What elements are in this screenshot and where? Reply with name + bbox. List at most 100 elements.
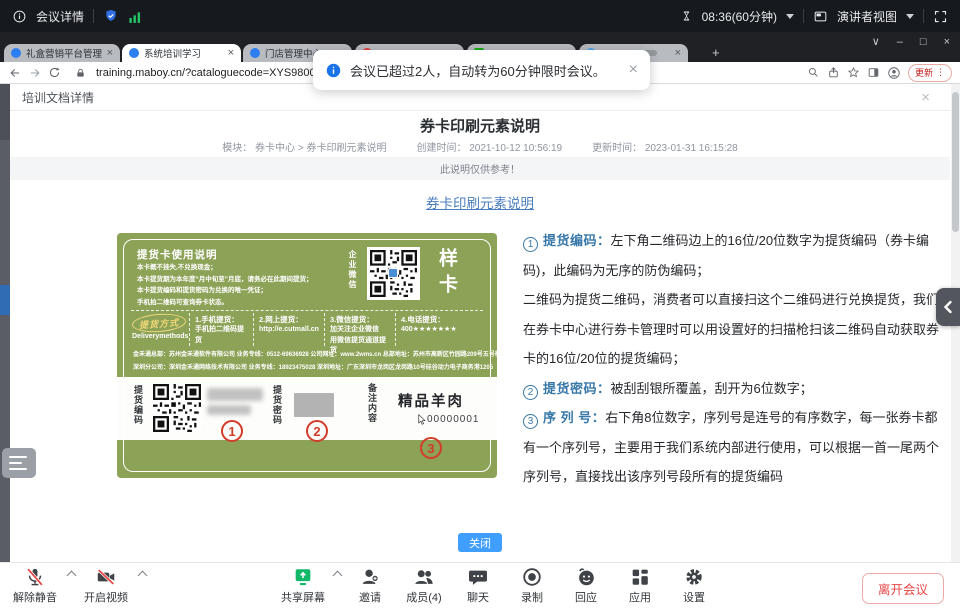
item-number-icon: 3	[523, 414, 538, 429]
tab-label: 系统培训学习	[144, 46, 201, 60]
share-page-icon[interactable]	[827, 66, 840, 79]
new-tab-button[interactable]: +	[712, 45, 720, 60]
scrollbar-thumb[interactable]	[952, 92, 959, 232]
document-title: 券卡印刷元素说明	[10, 115, 950, 136]
company-line: 金禾通总部：苏州金禾通软件有限公司 业务专线：0512-69636928 公司网…	[133, 349, 485, 362]
side-panel-icon[interactable]	[867, 66, 880, 79]
meeting-timer: 08:36(60分钟)	[702, 8, 777, 25]
meta-created: 创建时间： 2021-10-12 10:56:19	[416, 139, 562, 154]
site-favicon	[11, 48, 21, 58]
timer-hourglass-icon	[680, 9, 693, 23]
security-shield-icon[interactable]	[103, 8, 119, 24]
close-doc-button[interactable]: 关闭	[458, 533, 502, 552]
document-meta: 模块： 券卡中心 > 券卡印刷元素说明 创建时间： 2021-10-12 10:…	[10, 139, 950, 154]
meeting-details-label[interactable]: 会议详情	[36, 8, 84, 25]
blurred-code	[207, 388, 265, 415]
chat-button[interactable]: 聊天	[453, 566, 503, 605]
info-icon[interactable]	[12, 9, 27, 24]
company-info: 金禾通总部：苏州金禾通软件有限公司 业务专线：0512-69636928 公司网…	[133, 349, 485, 374]
serial-number: 00000001	[417, 414, 480, 425]
microphone-muted-icon	[24, 566, 46, 588]
toast-close-icon[interactable]: ×	[629, 62, 638, 78]
zoom-page-icon[interactable]	[807, 66, 820, 79]
mic-options-icon[interactable]	[67, 571, 77, 581]
method-3: 3.微信提货： 加关注企业微信 用微信提货通道提货	[324, 313, 395, 346]
record-icon	[521, 566, 543, 588]
view-mode-label[interactable]: 演讲者视图	[837, 8, 897, 25]
chevron-left-icon	[943, 300, 953, 314]
usage-line: 本卡概不挂失,不兑换现金；	[137, 262, 337, 274]
back-icon[interactable]	[8, 66, 22, 80]
notice-banner: 此说明仅供参考！	[10, 157, 950, 180]
sample-card-label: 样卡	[437, 248, 456, 300]
window-maximize-icon[interactable]: □	[920, 35, 927, 49]
apps-grid-icon	[629, 566, 651, 588]
video-options-icon[interactable]	[138, 571, 148, 581]
browser-tab-2-active[interactable]: 系统培训学习 ×	[122, 44, 241, 62]
invite-person-icon	[359, 566, 381, 588]
section-heading: 券卡印刷元素说明	[10, 192, 950, 212]
divider	[803, 9, 804, 23]
wechat-vertical-label: 企业微信	[348, 250, 356, 290]
refresh-icon[interactable]	[48, 66, 61, 79]
gear-icon	[683, 566, 705, 588]
tab-close-icon[interactable]: ×	[228, 48, 234, 59]
collapsed-sidebar[interactable]	[0, 84, 10, 562]
window-close-icon[interactable]: ×	[944, 35, 950, 49]
item-number-icon: 2	[523, 385, 538, 400]
divider	[93, 9, 94, 23]
card-usage-title: 提货卡使用说明	[137, 247, 218, 262]
browser-update-button[interactable]: 更新 ⋮	[908, 64, 952, 82]
screen-share-icon	[292, 566, 314, 588]
site-favicon	[250, 48, 260, 58]
company-line: 深圳分公司：深圳金禾通网络技术有限公司 业务专线：18923475028 深圳地…	[133, 362, 485, 375]
browser-tab-1[interactable]: 礼盒营销平台管理中心 ×	[4, 44, 120, 62]
profile-avatar-icon[interactable]	[887, 66, 901, 80]
start-video-button[interactable]: 开启视频	[81, 566, 131, 605]
forward-icon[interactable]	[28, 66, 42, 80]
tab-close-icon[interactable]: ×	[107, 48, 113, 59]
share-screen-button[interactable]: 共享屏幕	[278, 566, 328, 605]
panel-collapse-handle[interactable]	[936, 288, 960, 326]
apps-button[interactable]: 应用	[615, 566, 665, 605]
product-name: 精品羊肉	[398, 390, 464, 411]
badge-3: 3	[420, 437, 442, 459]
desc-item-1-cont: 二维码为提货二维码，消费者可以直接扫这个二维码进行兑换提货，我们在券卡中心进行券…	[523, 285, 943, 374]
training-doc-modal: 培训文档详情 × 券卡印刷元素说明 模块： 券卡中心 > 券卡印刷元素说明 创建…	[10, 84, 950, 562]
delivery-stamp: 提货方式 Deliverymethods	[127, 313, 189, 346]
reactions-button[interactable]: 回应	[561, 566, 611, 605]
modal-close-icon[interactable]: ×	[921, 89, 930, 106]
view-dropdown-icon[interactable]	[906, 14, 914, 19]
fullscreen-icon[interactable]	[933, 9, 948, 24]
window-minimize-icon[interactable]: –	[897, 35, 903, 49]
catalogue-toggle-button[interactable]	[2, 448, 36, 478]
desc-item-2: 2提货密码：被刮刮银所覆盖，刮开为6位数字；	[523, 374, 943, 404]
badge-1: 1	[221, 420, 243, 442]
pickup-qr-code	[153, 384, 201, 432]
settings-button[interactable]: 设置	[669, 566, 719, 605]
kebab-menu-icon[interactable]: ⋮	[936, 67, 945, 78]
invite-button[interactable]: 邀请	[345, 566, 395, 605]
unmute-button[interactable]: 解除静音	[10, 566, 60, 605]
sidebar-active-item	[0, 285, 10, 315]
timer-dropdown-icon[interactable]	[786, 14, 794, 19]
bookmark-star-icon[interactable]	[847, 66, 860, 79]
meeting-top-bar: 会议详情 08:36(60分钟) 演讲者视图	[0, 0, 960, 32]
divider	[923, 9, 924, 23]
leave-meeting-button[interactable]: 离开会议	[862, 573, 944, 604]
speaker-view-icon	[813, 9, 828, 24]
code-label: 提货编码	[133, 385, 142, 425]
method-1: 1.手机提货： 手机拍二维码提货	[189, 313, 253, 346]
share-options-icon[interactable]	[333, 571, 343, 581]
network-signal-icon[interactable]	[128, 9, 142, 24]
card-usage-lines: 本卡概不挂失,不兑换现金； 本卡提货期为本年度“月中旬至”月底，请务必在此期间提…	[137, 262, 337, 309]
cursor-icon	[417, 414, 426, 425]
record-button[interactable]: 录制	[507, 566, 557, 605]
qr-logo	[388, 268, 398, 278]
window-menu-icon[interactable]: ∨	[872, 35, 880, 49]
scratch-area	[294, 393, 334, 417]
tab-label: 礼盒营销平台管理中心	[26, 46, 102, 60]
site-favicon	[129, 48, 139, 58]
tab-close-icon[interactable]: ×	[675, 48, 681, 59]
members-button[interactable]: 成员(4)	[399, 566, 449, 605]
